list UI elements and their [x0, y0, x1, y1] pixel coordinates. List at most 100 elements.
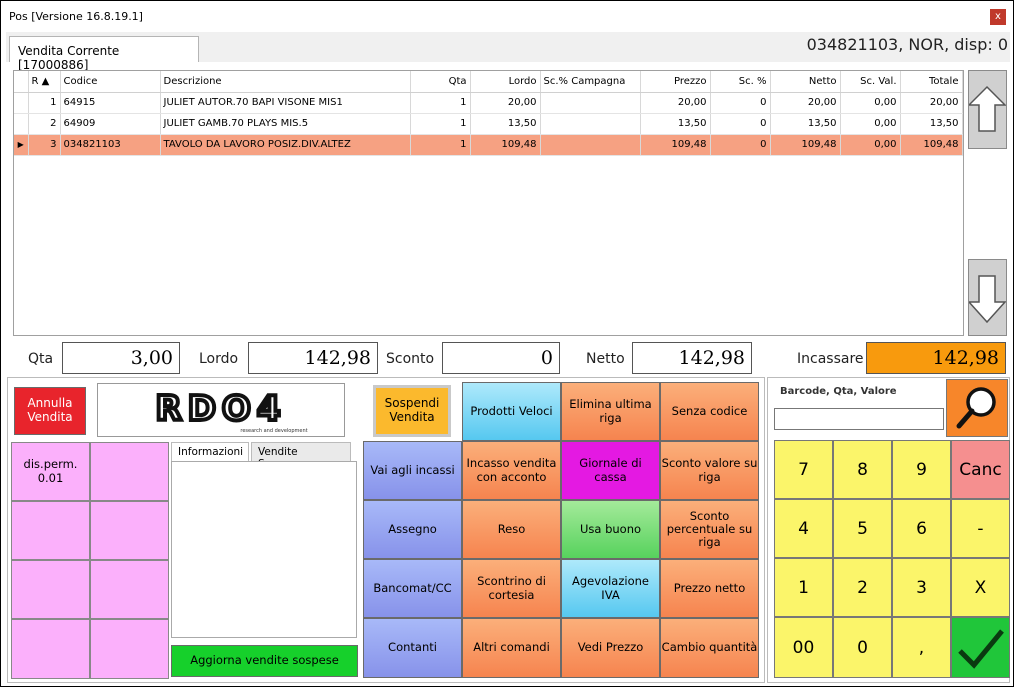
pink-button-empty[interactable] [11, 619, 90, 679]
reso-button[interactable]: Reso [462, 500, 561, 559]
table-row-selected[interactable]: ▶ 3 034821103 TAVOLO DA LAVORO POSIZ.DIV… [14, 134, 963, 156]
cell-sc-pct: 0 [710, 92, 771, 114]
cell-qta: 1 [410, 113, 471, 135]
pink-button-empty[interactable] [90, 560, 169, 619]
confirm-button[interactable] [951, 617, 1010, 678]
cell-r: 2 [28, 113, 61, 135]
key-comma[interactable]: , [892, 617, 951, 678]
close-button[interactable]: x [990, 9, 1006, 25]
vedi-prezzo-button[interactable]: Vedi Prezzo [561, 618, 660, 678]
key-minus[interactable]: - [951, 499, 1010, 558]
key-8[interactable]: 8 [833, 440, 892, 499]
aggiorna-vendite-sospese-button[interactable]: Aggiorna vendite sospese [171, 645, 358, 677]
key-4[interactable]: 4 [774, 499, 833, 558]
cambio-quantita-button[interactable]: Cambio quantità [660, 618, 759, 678]
pink-button-empty[interactable] [11, 560, 90, 619]
table-row[interactable]: 2 64909 JULIET GAMB.70 PLAYS MIS.5 1 13,… [14, 113, 963, 135]
key-5[interactable]: 5 [833, 499, 892, 558]
cell-codice: 64915 [60, 92, 161, 114]
col-lordo-header[interactable]: Lordo [470, 71, 541, 93]
sconto-percentuale-button[interactable]: Sconto percentuale su riga [660, 500, 759, 559]
pink-button-empty[interactable] [90, 619, 169, 679]
info-box: Informazioni Vendite Sospese [171, 442, 357, 638]
cell-qta: 1 [410, 92, 471, 114]
key-canc[interactable]: Canc [951, 440, 1010, 499]
cell-codice: 034821103 [60, 134, 161, 156]
cell-sc-campagna [540, 134, 641, 156]
annulla-vendita-button[interactable]: Annulla Vendita [14, 387, 86, 435]
col-descrizione-header[interactable]: Descrizione [160, 71, 411, 93]
scroll-down-button[interactable] [967, 259, 1007, 336]
row-indicator [14, 92, 29, 114]
cell-r: 1 [28, 92, 61, 114]
col-netto-header[interactable]: Netto [770, 71, 841, 93]
altri-comandi-button[interactable]: Altri comandi [462, 618, 561, 678]
cell-totale: 109,48 [900, 134, 963, 156]
table-row[interactable]: 1 64915 JULIET AUTOR.70 BAPI VISONE MIS1… [14, 92, 963, 114]
key-1[interactable]: 1 [774, 558, 833, 617]
qta-label: Qta [28, 351, 54, 367]
key-3[interactable]: 3 [892, 558, 951, 617]
window-title: Pos [Versione 16.8.19.1] [9, 10, 143, 23]
key-0[interactable]: 0 [833, 617, 892, 678]
pink-button-empty[interactable] [90, 442, 169, 501]
col-qta-header[interactable]: Qta [410, 71, 471, 93]
col-sc-campagna-header[interactable]: Sc.% Campagna [540, 71, 641, 93]
sospendi-vendita-button[interactable]: Sospendi Vendita [373, 385, 451, 437]
tab-vendite-sospese[interactable]: Vendite Sospese [251, 442, 351, 470]
col-sc-pct-header[interactable]: Sc. % [710, 71, 771, 93]
cell-sc-val: 0,00 [840, 92, 901, 114]
cell-descrizione: JULIET GAMB.70 PLAYS MIS.5 [160, 113, 411, 135]
pos-window: Pos [Versione 16.8.19.1] x Vendita Corre… [0, 0, 1014, 687]
key-multiply[interactable]: X [951, 558, 1010, 617]
key-00[interactable]: 00 [774, 617, 833, 678]
prodotti-veloci-button[interactable]: Prodotti Veloci [462, 382, 561, 441]
key-7[interactable]: 7 [774, 440, 833, 499]
sales-grid[interactable]: R ▲ Codice Descrizione Qta Lordo Sc.% Ca… [13, 70, 964, 336]
col-prezzo-header[interactable]: Prezzo [640, 71, 711, 93]
pink-button-empty[interactable] [11, 501, 90, 560]
search-button[interactable] [946, 379, 1008, 437]
bottom-panel: Annulla Vendita RDO4 research and develo… [7, 377, 765, 683]
logo-text: RDO4 [156, 389, 287, 429]
agevolazione-iva-button[interactable]: Agevolazione IVA [561, 559, 660, 618]
client-area: Vendita Corrente [17000886] 034821103, N… [6, 32, 1010, 684]
indicator-header [14, 71, 29, 93]
col-totale-header[interactable]: Totale [900, 71, 963, 93]
incasso-acconto-button[interactable]: Incasso vendita con acconto [462, 441, 561, 500]
scroll-up-button[interactable] [967, 70, 1007, 149]
key-9[interactable]: 9 [892, 440, 951, 499]
key-2[interactable]: 2 [833, 558, 892, 617]
sort-asc-icon: ▲ [41, 75, 50, 87]
vai-agli-incassi-button[interactable]: Vai agli incassi [363, 441, 462, 500]
cell-lordo: 109,48 [470, 134, 541, 156]
prezzo-netto-button[interactable]: Prezzo netto [660, 559, 759, 618]
tab-informazioni[interactable]: Informazioni [171, 442, 249, 462]
cell-lordo: 13,50 [470, 113, 541, 135]
keypad-panel: Barcode, Qta, Valore 7 8 9 Canc 4 5 6 - … [767, 377, 1010, 683]
giornale-di-cassa-button[interactable]: Giornale di cassa [561, 441, 660, 500]
senza-codice-button[interactable]: Senza codice [660, 382, 759, 441]
cell-descrizione: JULIET AUTOR.70 BAPI VISONE MIS1 [160, 92, 411, 114]
dis-perm-button[interactable]: dis.perm. 0.01 [11, 442, 90, 501]
key-6[interactable]: 6 [892, 499, 951, 558]
col-sc-val-header[interactable]: Sc. Val. [840, 71, 901, 93]
col-codice-header[interactable]: Codice [60, 71, 161, 93]
pink-button-empty[interactable] [90, 501, 169, 560]
arrow-down-icon [967, 275, 1007, 324]
cell-sc-pct: 0 [710, 134, 771, 156]
barcode-input[interactable] [774, 408, 944, 430]
cell-sc-campagna [540, 92, 641, 114]
tab-vendita-corrente[interactable]: Vendita Corrente [17000886] [9, 36, 199, 72]
col-r-label: R [31, 75, 39, 87]
assegno-button[interactable]: Assegno [363, 500, 462, 559]
col-r-header[interactable]: R ▲ [28, 71, 61, 93]
elimina-ultima-riga-button[interactable]: Elimina ultima riga [561, 382, 660, 441]
contanti-button[interactable]: Contanti [363, 618, 462, 678]
sconto-valore-button[interactable]: Sconto valore su riga [660, 441, 759, 500]
scontrino-cortesia-button[interactable]: Scontrino di cortesia [462, 559, 561, 618]
bancomat-button[interactable]: Bancomat/CC [363, 559, 462, 618]
cell-r: 3 [28, 134, 61, 156]
usa-buono-button[interactable]: Usa buono [561, 500, 660, 559]
barcode-label: Barcode, Qta, Valore [780, 386, 897, 397]
